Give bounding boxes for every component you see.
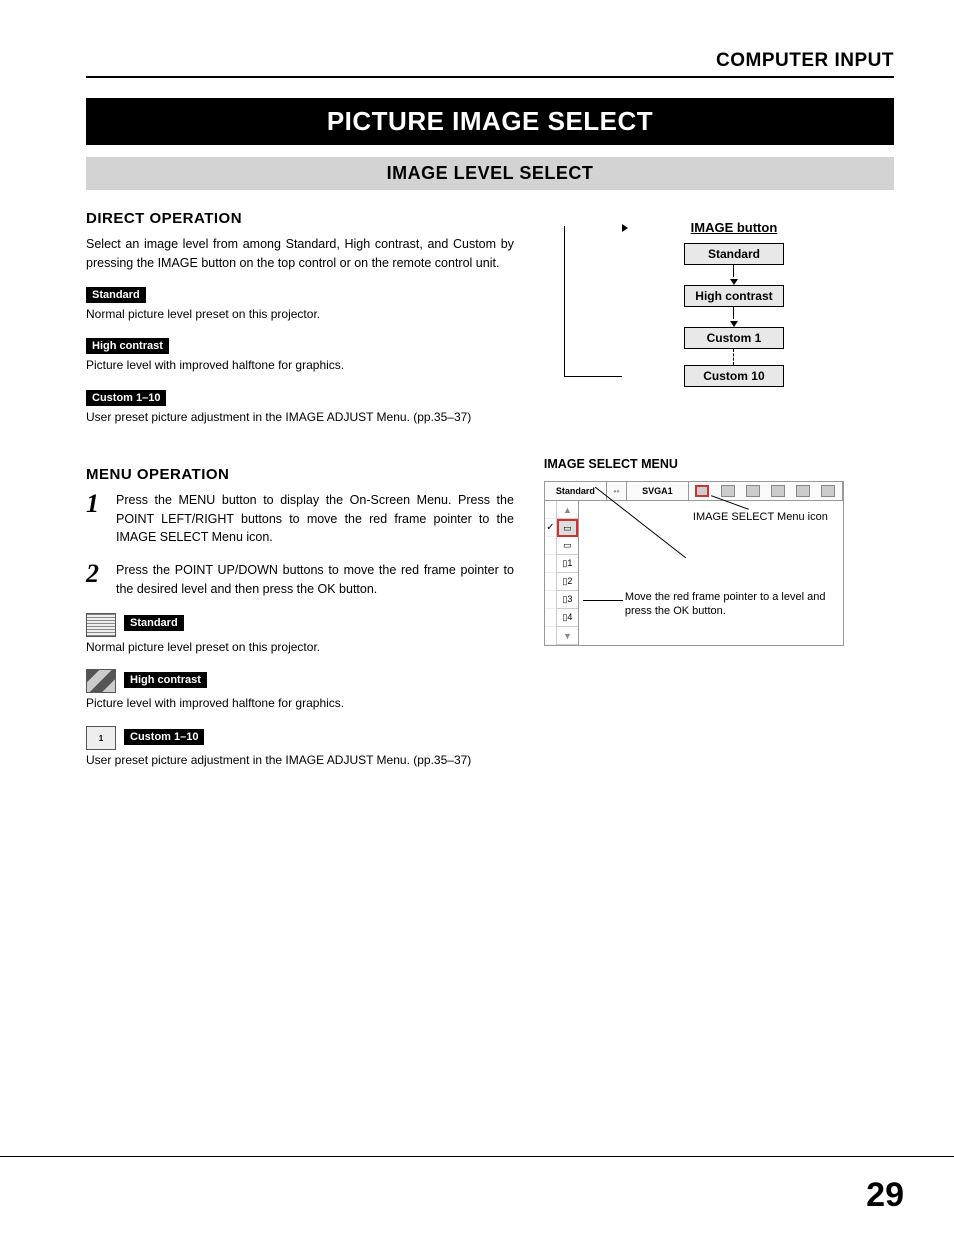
step-num-1: 1	[86, 491, 104, 547]
page-number: 29	[866, 1176, 904, 1215]
page-subtitle: IMAGE LEVEL SELECT	[86, 157, 894, 190]
menu-icon	[746, 485, 760, 497]
custom-icon: 1	[86, 726, 116, 750]
menu-icon	[796, 485, 810, 497]
annotation-menu-icon: IMAGE SELECT Menu icon	[693, 510, 853, 524]
menu-item-standard: Standard Normal picture level preset on …	[86, 613, 514, 656]
menu-top-icons	[689, 482, 843, 500]
flow-arrow-stem	[733, 265, 734, 277]
step-2: 2 Press the POINT UP/DOWN buttons to mov…	[86, 561, 514, 599]
step-text-1: Press the MENU button to display the On-…	[116, 491, 514, 547]
page-title: PICTURE IMAGE SELECT	[86, 98, 894, 145]
menu-level-item: ▯4	[557, 609, 578, 627]
menu-icon	[821, 485, 835, 497]
menu-level-item: ▭	[557, 519, 578, 537]
tag-custom: Custom 1–10	[86, 390, 166, 406]
desc-standard: Normal picture level preset on this proj…	[86, 306, 514, 323]
direct-item-standard: Standard Normal picture level preset on …	[86, 285, 514, 323]
tag-menu-high-contrast: High contrast	[124, 672, 207, 688]
menu-side-column: ▲ ▭ ▭ ▯1 ▯2 ▯3 ▯4 ▼	[557, 501, 579, 645]
step-text-2: Press the POINT UP/DOWN buttons to move …	[116, 561, 514, 599]
desc-menu-custom: User preset picture adjustment in the IM…	[86, 752, 514, 769]
menu-item-high-contrast: High contrast Picture level with improve…	[86, 669, 514, 712]
menu-level-item: ▯1	[557, 555, 578, 573]
desc-high-contrast: Picture level with improved halftone for…	[86, 357, 514, 374]
scroll-down-icon: ▼	[557, 627, 578, 645]
flow-box-high-contrast: High contrast	[684, 285, 784, 307]
direct-operation-heading: DIRECT OPERATION	[86, 210, 514, 227]
step-num-2: 2	[86, 561, 104, 599]
menu-level-item: ▭	[557, 537, 578, 555]
tag-menu-custom: Custom 1–10	[124, 729, 204, 745]
tag-high-contrast: High contrast	[86, 338, 169, 354]
flow-box-standard: Standard	[684, 243, 784, 265]
annotation-pointer: Move the red frame pointer to a level an…	[625, 590, 835, 619]
direct-operation-intro: Select an image level from among Standar…	[86, 235, 514, 273]
menu-top-svga: SVGA1	[627, 482, 689, 500]
step-1: 1 Press the MENU button to display the O…	[86, 491, 514, 547]
menu-top-standard: Standard	[545, 482, 607, 500]
image-button-flow: IMAGE button Standard High contrast Cust…	[544, 220, 894, 387]
menu-level-item: ▯3	[557, 591, 578, 609]
scroll-up-icon: ▲	[557, 501, 578, 519]
desc-menu-high-contrast: Picture level with improved halftone for…	[86, 695, 514, 712]
flow-box-custom-10: Custom 10	[684, 365, 784, 387]
direct-item-high-contrast: High contrast Picture level with improve…	[86, 336, 514, 374]
header-rule	[86, 76, 894, 78]
desc-custom: User preset picture adjustment in the IM…	[86, 409, 514, 426]
flow-loop-arrow-icon	[622, 224, 628, 232]
section-header: COMPUTER INPUT	[86, 50, 894, 76]
image-select-menu-screenshot: Standard ◦◦ SVGA1 ✓	[544, 481, 844, 646]
flow-title: IMAGE button	[691, 220, 778, 235]
flow-dotted-stem	[733, 349, 734, 365]
menu-icon	[721, 485, 735, 497]
tag-standard: Standard	[86, 287, 146, 303]
footer-rule	[0, 1156, 954, 1157]
flow-box-custom-1: Custom 1	[684, 327, 784, 349]
menu-operation-heading: MENU OPERATION	[86, 466, 514, 483]
menu-level-item: ▯2	[557, 573, 578, 591]
flow-loop-line	[564, 226, 622, 377]
desc-menu-standard: Normal picture level preset on this proj…	[86, 639, 514, 656]
standard-icon	[86, 613, 116, 637]
direct-item-custom: Custom 1–10 User preset picture adjustme…	[86, 388, 514, 426]
high-contrast-icon	[86, 669, 116, 693]
tag-menu-standard: Standard	[124, 615, 184, 631]
menu-icon	[695, 485, 709, 497]
annotation-line	[583, 600, 623, 601]
flow-arrow-stem	[733, 307, 734, 319]
menu-item-custom: 1 Custom 1–10 User preset picture adjust…	[86, 726, 514, 769]
menu-icon	[771, 485, 785, 497]
image-select-menu-heading: IMAGE SELECT MENU	[544, 457, 894, 471]
menu-check-column: ✓	[545, 501, 557, 645]
